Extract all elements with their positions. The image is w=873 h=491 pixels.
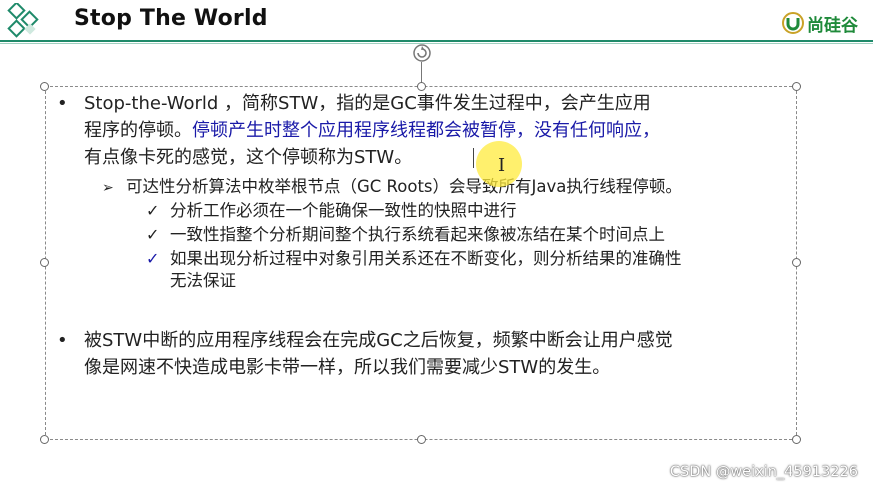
diamond-logo-icon [7, 3, 39, 38]
slide-title: Stop The World [74, 6, 268, 31]
check-item-1: 分析工作必须在一个能确保一致性的快照中进行 [170, 201, 517, 220]
brand-logo: 尚硅谷 [782, 10, 858, 36]
arrow-bullet-icon: ➢ [102, 180, 114, 196]
resize-handle-top-left[interactable] [40, 82, 49, 91]
bullet-icon: • [57, 330, 68, 351]
check-item-2: 一致性指整个分析期间整个执行系统看起来像被冻结在某个时间点上 [170, 225, 665, 244]
slide-header: Stop The World 尚硅谷 [0, 0, 873, 40]
check-icon: ✓ [146, 225, 160, 244]
bullet-icon: • [57, 93, 68, 114]
resize-handle-right[interactable] [792, 258, 801, 267]
sub-arrow-item: 可达性分析算法中枚举根节点（GC Roots）会导致所有Java执行线程停顿。 [126, 177, 682, 196]
bullet1-line2-black: 程序的停顿。 [84, 120, 192, 141]
rotate-icon[interactable] [411, 42, 433, 64]
header-rule [0, 40, 873, 42]
bullet2-line1: 被STW中断的应用程序线程会在完成GC之后恢复，频繁中断会让用户感觉 [84, 330, 673, 351]
resize-handle-top-right[interactable] [792, 82, 801, 91]
check-item-3-cont: 无法保证 [170, 271, 236, 290]
check-icon: ✓ [146, 201, 160, 220]
bullet2-line2: 像是网速不快造成电影卡带一样，所以我们需要减少STW的发生。 [84, 357, 611, 378]
brand-name: 尚硅谷 [807, 15, 858, 36]
bullet1-line2-blue: 停顿产生时整个应用程序线程都会被暂停，没有任何响应， [192, 120, 660, 141]
check-item-3: 如果出现分析过程中对象引用关系还在不断变化，则分析结果的准确性 [170, 249, 682, 268]
watermark: CSDN @weixin_45913226 [669, 464, 858, 480]
resize-handle-left[interactable] [40, 258, 49, 267]
bullet1-line2: 程序的停顿。停顿产生时整个应用程序线程都会被暂停，没有任何响应， [84, 118, 660, 144]
text-caret [473, 148, 474, 168]
resize-handle-top[interactable] [417, 82, 426, 91]
header-rule-light [0, 43, 873, 44]
brand-u-icon [782, 12, 804, 34]
bullet1-line3: 有点像卡死的感觉，这个停顿称为STW。 [84, 147, 413, 168]
check-icon: ✓ [146, 249, 160, 268]
resize-handle-bottom-left[interactable] [40, 435, 49, 444]
resize-handle-bottom-right[interactable] [792, 435, 801, 444]
resize-handle-bottom[interactable] [417, 435, 426, 444]
bullet1-line1: Stop-the-World ，简称STW，指的是GC事件发生过程中，会产生应用 [84, 93, 651, 114]
ibeam-cursor-icon: I [498, 155, 506, 176]
